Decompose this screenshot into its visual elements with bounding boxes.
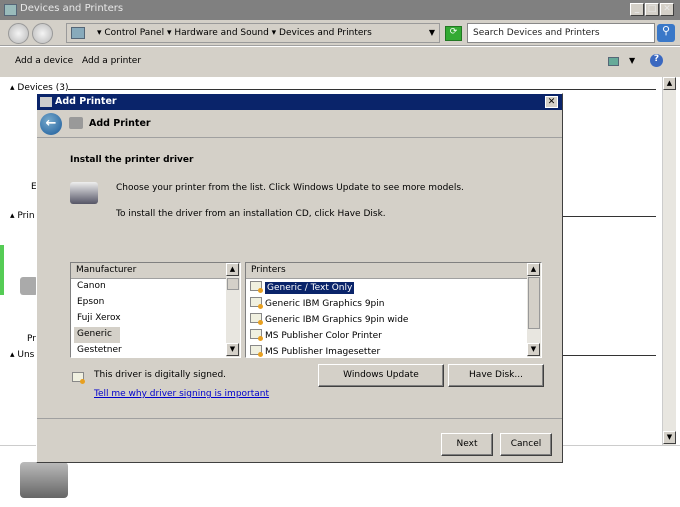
search-input[interactable]: Search Devices and Printers	[467, 23, 655, 43]
signed-driver-icon	[250, 345, 263, 357]
printers-scrollbar[interactable]: ▲ ▼	[527, 263, 541, 357]
control-panel-icon	[71, 27, 85, 39]
list-item[interactable]: Generic IBM Graphics 9pin wide	[246, 311, 541, 327]
help-icon[interactable]: ?	[650, 54, 663, 67]
address-bar[interactable]: ▾ Control Panel ▾ Hardware and Sound ▾ D…	[66, 23, 440, 43]
list-item[interactable]: Epson	[71, 295, 240, 311]
add-printer-button[interactable]: Add a printer	[82, 56, 141, 66]
refresh-button[interactable]: ⟳	[445, 26, 462, 41]
breadcrumb-control-panel[interactable]: Control Panel	[104, 28, 164, 38]
window-title: Devices and Printers	[20, 3, 124, 14]
printers-group-header[interactable]: ▴ Prin	[10, 211, 35, 221]
driver-signing-link[interactable]: Tell me why driver signing is important	[94, 389, 269, 399]
dialog-titlebar: Add Printer ✕	[37, 94, 562, 110]
list-item[interactable]: Gestetner	[71, 343, 240, 357]
manufacturer-list[interactable]: Manufacturer Canon Epson Fuji Xerox Gene…	[70, 262, 241, 358]
scroll-up-button[interactable]: ▲	[527, 263, 540, 276]
list-item[interactable]: Canon	[71, 279, 240, 295]
group-divider	[563, 355, 656, 356]
signed-status-text: This driver is digitally signed.	[94, 370, 227, 380]
back-button[interactable]	[8, 23, 29, 44]
windows-update-button[interactable]: Windows Update	[318, 364, 444, 387]
manufacturer-header[interactable]: Manufacturer	[71, 263, 240, 279]
minimize-button[interactable]: _	[630, 3, 644, 16]
scroll-up-button[interactable]: ▲	[226, 263, 239, 276]
group-divider	[68, 89, 656, 90]
signed-driver-icon	[72, 372, 85, 384]
dialog-header: Add Printer	[89, 118, 151, 129]
next-button[interactable]: Next	[441, 433, 493, 456]
printers-list[interactable]: Printers Generic / Text Only Generic IBM…	[245, 262, 542, 358]
list-item-selected[interactable]: Generic / Text Only	[246, 279, 541, 295]
scroll-up-button[interactable]: ▲	[663, 77, 676, 90]
scroll-down-button[interactable]: ▼	[527, 343, 540, 356]
list-item[interactable]: Fuji Xerox	[71, 311, 240, 327]
signed-driver-icon	[250, 297, 263, 309]
selection-edge	[0, 245, 4, 295]
forward-button[interactable]	[32, 23, 53, 44]
scroll-thumb[interactable]	[227, 278, 239, 290]
wizard-page: Install the printer driver Choose your p…	[37, 137, 562, 419]
printer-icon	[40, 97, 52, 107]
cancel-button[interactable]: Cancel	[500, 433, 552, 456]
scroll-thumb[interactable]	[528, 277, 540, 329]
manufacturer-scrollbar[interactable]: ▲ ▼	[226, 263, 240, 357]
add-device-button[interactable]: Add a device	[15, 56, 73, 66]
signed-driver-icon	[250, 329, 263, 341]
window-titlebar: Devices and Printers _ □ ✕	[0, 0, 680, 20]
address-dropdown-icon[interactable]: ▼	[429, 28, 435, 37]
group-divider	[563, 216, 656, 217]
printer-icon	[69, 117, 83, 129]
breadcrumb-devices[interactable]: Devices and Printers	[279, 28, 372, 38]
close-button[interactable]: ✕	[660, 3, 674, 16]
scroll-down-button[interactable]: ▼	[663, 431, 676, 444]
dialog-close-button[interactable]: ✕	[545, 96, 558, 108]
printer-icon	[70, 182, 98, 204]
instruction-text: To install the driver from an installati…	[116, 209, 386, 219]
search-icon[interactable]: ⚲	[657, 24, 675, 42]
scroll-down-button[interactable]: ▼	[226, 343, 239, 356]
signed-driver-icon	[250, 313, 263, 325]
list-item[interactable]: MS Publisher Color Printer	[246, 327, 541, 343]
printers-header[interactable]: Printers	[246, 263, 541, 279]
instruction-text: Choose your printer from the list. Click…	[116, 183, 464, 193]
list-item[interactable]: Generic IBM Graphics 9pin	[246, 295, 541, 311]
devices-group-header[interactable]: ▴ Devices (3)	[10, 83, 68, 93]
devices-printers-icon	[4, 4, 17, 16]
back-arrow-button[interactable]: ←	[40, 113, 62, 135]
printer-label: Pr	[27, 334, 36, 344]
list-item[interactable]: MS Publisher Imagesetter	[246, 343, 541, 357]
navigation-bar: ▾ Control Panel ▾ Hardware and Sound ▾ D…	[0, 20, 680, 46]
page-heading: Install the printer driver	[70, 155, 194, 165]
maximize-button[interactable]: □	[645, 3, 659, 16]
main-scrollbar[interactable]: ▲ ▼	[662, 77, 676, 445]
add-printer-dialog: Add Printer ✕ ← Add Printer Install the …	[36, 93, 563, 463]
breadcrumb-hardware[interactable]: Hardware and Sound	[174, 28, 268, 38]
unspecified-group-header[interactable]: ▴ Uns	[10, 350, 34, 360]
device-camera-icon	[20, 462, 68, 498]
dialog-title: Add Printer	[55, 96, 117, 107]
view-icon[interactable]	[608, 57, 619, 66]
view-dropdown-icon[interactable]: ▼	[629, 56, 635, 65]
signed-driver-icon	[250, 281, 263, 293]
have-disk-button[interactable]: Have Disk...	[448, 364, 544, 387]
breadcrumb: ▾ Control Panel ▾ Hardware and Sound ▾ D…	[97, 28, 372, 38]
command-toolbar: Add a device Add a printer ▼ ?	[0, 47, 680, 77]
list-item-selected[interactable]: Generic	[74, 327, 120, 343]
